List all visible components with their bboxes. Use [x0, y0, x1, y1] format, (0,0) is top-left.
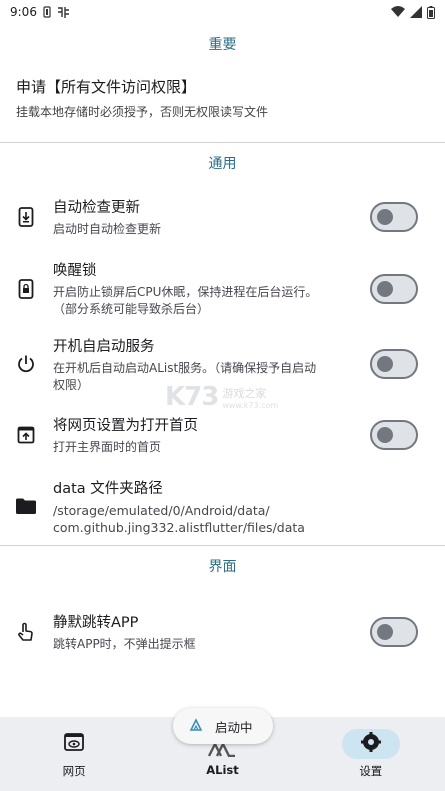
- setting-title: data 文件夹路径: [53, 480, 163, 497]
- signal-icon: [410, 6, 422, 18]
- lock-icon: [16, 278, 36, 299]
- section-header-important: 重要: [208, 37, 237, 53]
- silent-jump-toggle[interactable]: [370, 617, 418, 647]
- permission-desc: 挂载本地存储时必须授予，否则无权限读写文件: [16, 105, 269, 119]
- boot-autostart-toggle[interactable]: [370, 349, 418, 379]
- notification-icon: [43, 6, 51, 18]
- auto-check-update-toggle[interactable]: [370, 202, 418, 232]
- power-icon: [16, 354, 36, 374]
- watermark-text: 游戏之家: [222, 386, 267, 400]
- nav-item-settings[interactable]: 设置: [297, 717, 445, 791]
- web-icon: [64, 733, 85, 755]
- app-notification-icon: [57, 6, 70, 19]
- update-icon: [16, 207, 36, 227]
- nav-label-settings: 设置: [359, 764, 383, 778]
- setting-desc: /storage/emulated/0/Android/data/ com.gi…: [53, 502, 305, 535]
- watermark-logo: K73: [165, 382, 219, 412]
- nav-label-web: 网页: [62, 764, 86, 778]
- toggle-knob: [377, 209, 393, 225]
- open-in-new-icon: [16, 425, 36, 445]
- app-logo-icon: [189, 717, 203, 735]
- folder-icon: [16, 496, 36, 516]
- setting-title: 开机自启动服务: [53, 338, 155, 355]
- toggle-knob: [377, 427, 393, 443]
- all-files-permission-item[interactable]: 申请【所有文件访问权限】 挂载本地存储时必须授予，否则无权限读写文件: [0, 76, 445, 140]
- section-header-interface: 界面: [0, 545, 445, 585]
- nav-pill-active: [341, 729, 400, 759]
- wake-lock-toggle[interactable]: [370, 273, 418, 304]
- wifi-icon: [391, 6, 405, 18]
- toggle-knob: [377, 280, 393, 297]
- nav-item-web[interactable]: 网页: [0, 717, 148, 791]
- setting-silent-jump[interactable]: 静默跳转APP 跳转APP时，不弹出提示框: [0, 597, 445, 667]
- toggle-knob: [377, 624, 393, 640]
- setting-wake-lock[interactable]: 唤醒锁 开启防止锁屏后CPU休眠，保持进程在后台运行。 （部分系统可能导致杀后台…: [0, 252, 445, 325]
- nav-label-alist: AList: [206, 763, 239, 777]
- setting-title: 唤醒锁: [53, 263, 97, 279]
- web-as-home-toggle[interactable]: [370, 420, 418, 450]
- watermark-url: www.k73.com: [222, 400, 279, 410]
- watermark: K73 游戏之家 www.k73.com: [165, 380, 295, 414]
- permission-title: 申请【所有文件访问权限】: [16, 78, 197, 96]
- setting-auto-check-update[interactable]: 自动检查更新 启动时自动检查更新: [0, 182, 445, 252]
- status-bar: 9:06: [0, 0, 445, 24]
- starting-toast: 启动中: [173, 708, 273, 744]
- nav-pill: [45, 729, 103, 759]
- toast-text: 启动中: [215, 719, 253, 735]
- battery-icon: [427, 5, 435, 19]
- touch-icon: [16, 622, 36, 642]
- section-header-general: 通用: [0, 142, 445, 182]
- status-time: 9:06: [10, 5, 37, 19]
- setting-data-folder-path[interactable]: data 文件夹路径 /storage/emulated/0/Android/d…: [0, 467, 445, 545]
- gear-icon: [360, 732, 381, 756]
- toggle-knob: [377, 356, 393, 372]
